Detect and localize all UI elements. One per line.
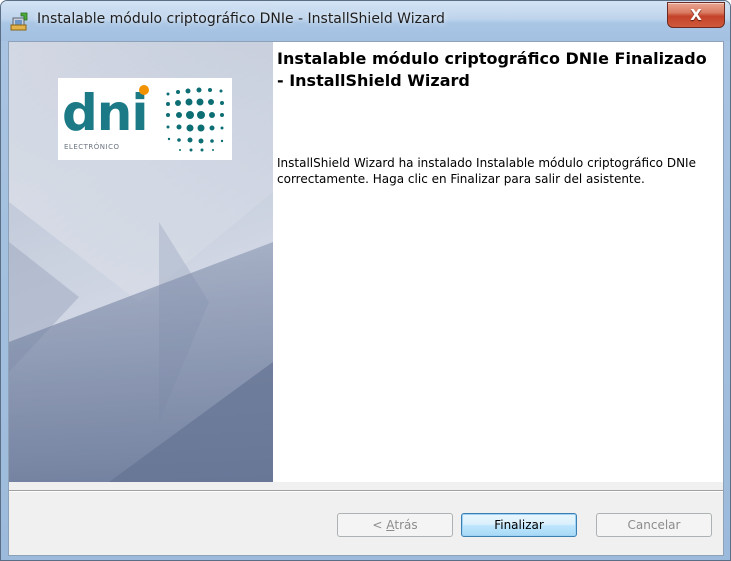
back-button-label: trás	[394, 518, 418, 532]
cancel-button[interactable]: Cancelar	[596, 513, 712, 537]
logo-subtitle: ELECTRÓNICO	[64, 143, 120, 151]
close-icon: X	[690, 6, 702, 24]
window-title: Instalable módulo criptográfico DNIe - I…	[37, 11, 445, 27]
installer-window: Instalable módulo criptográfico DNIe - I…	[0, 0, 731, 561]
installer-icon	[10, 12, 28, 31]
wizard-side-banner: dni ELECTRÓNICO	[9, 42, 273, 482]
back-button-prefix: <	[372, 518, 387, 532]
wizard-body: dni ELECTRÓNICO Instalable módulo cripto…	[8, 41, 724, 556]
title-bar[interactable]: Instalable módulo criptográfico DNIe - I…	[1, 1, 730, 41]
page-heading: Instalable módulo criptográfico DNIe Fin…	[277, 49, 707, 90]
completion-message: InstallShield Wizard ha instalado Instal…	[277, 156, 696, 186]
logo-dot-matrix-icon	[166, 87, 224, 152]
wizard-content-panel: Instalable módulo criptográfico DNIe Fin…	[273, 42, 723, 482]
finish-button-label: Finalizar	[494, 518, 544, 532]
finish-button[interactable]: Finalizar	[461, 513, 577, 537]
logo-orange-dot	[139, 85, 149, 95]
dni-logo: dni ELECTRÓNICO	[58, 78, 232, 160]
cancel-button-label: Cancelar	[627, 518, 681, 532]
footer-divider	[9, 490, 723, 492]
back-button-accelerator: A	[386, 518, 395, 532]
close-button[interactable]: X	[667, 2, 725, 28]
logo-brand-text: dni	[62, 84, 149, 142]
back-button[interactable]: < Atrás	[337, 513, 453, 537]
